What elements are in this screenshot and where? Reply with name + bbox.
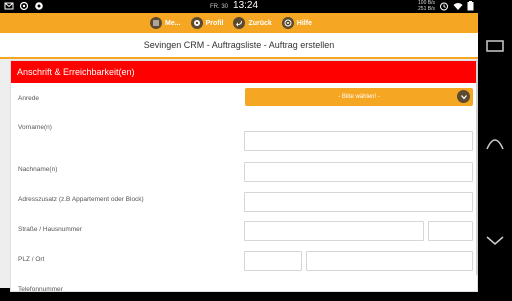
nachname-input[interactable] xyxy=(244,162,473,182)
top-navigation: Me... Profil Zurück Hilfe xyxy=(0,13,478,33)
chevron-down-icon xyxy=(457,90,470,103)
wifi-icon xyxy=(453,3,463,10)
address-form-panel: Anschrift & Erreichbarkeit(en) Anrede - … xyxy=(10,60,478,293)
menu-label: Me... xyxy=(165,19,181,27)
recent-apps-icon[interactable] xyxy=(486,40,504,52)
vorname-label: Vorname(n) xyxy=(18,124,52,131)
help-button[interactable]: Hilfe xyxy=(281,17,312,29)
status-time: 13:24 xyxy=(233,0,259,11)
profile-button[interactable]: Profil xyxy=(190,17,224,29)
settings-icon xyxy=(35,2,43,10)
page-title: Sevingen CRM - Auftragsliste - Auftrag e… xyxy=(0,33,478,59)
net-down-speed: 251 B/s xyxy=(418,6,435,12)
nachname-label: Nachname(n) xyxy=(18,166,58,173)
vorname-row: Vorname(n) xyxy=(11,117,477,151)
back-button[interactable]: Zurück xyxy=(233,17,272,29)
battery-icon xyxy=(467,1,474,11)
ort-input[interactable] xyxy=(306,251,473,271)
status-date: FR. 30 xyxy=(210,4,229,10)
anrede-label: Anrede xyxy=(18,95,39,102)
anrede-select[interactable]: - Bitte wählen! - xyxy=(245,88,473,106)
adresszusatz-input[interactable] xyxy=(244,192,473,212)
telefon-row: Telefonnummer xyxy=(11,279,477,301)
back-nav-icon[interactable] xyxy=(486,234,504,246)
sync-icon xyxy=(19,1,29,11)
system-navigation-bar xyxy=(478,0,512,288)
home-icon[interactable] xyxy=(486,137,504,151)
menu-icon xyxy=(150,17,162,29)
anrede-row: Anrede - Bitte wählen! - xyxy=(11,88,477,110)
telefon-label: Telefonnummer xyxy=(18,286,63,293)
back-label: Zurück xyxy=(248,19,272,27)
gear-icon xyxy=(190,17,203,29)
profile-label: Profil xyxy=(205,19,224,27)
status-bar: FR. 30 13:24 100 B/s 251 B/s xyxy=(0,0,478,13)
help-icon xyxy=(281,17,294,29)
network-speed: 100 B/s 251 B/s xyxy=(418,0,435,12)
vorname-input[interactable] xyxy=(244,131,473,151)
back-arrow-icon xyxy=(233,17,246,29)
plz-ort-label: PLZ / Ort xyxy=(18,256,45,263)
strasse-label: Straße / Hausnummer xyxy=(18,226,82,233)
menu-button[interactable]: Me... xyxy=(150,17,181,29)
notification-icons xyxy=(4,1,44,11)
hausnummer-input[interactable] xyxy=(428,221,473,241)
strasse-input[interactable] xyxy=(244,221,424,241)
anrede-selected-value: - Bitte wählen! - xyxy=(338,94,380,100)
plz-input[interactable] xyxy=(244,251,302,271)
adresszusatz-label: Adresszusatz (z.B Appartement oder Block… xyxy=(18,196,144,203)
alarm-icon xyxy=(440,2,448,11)
section-heading: Anschrift & Erreichbarkeit(en) xyxy=(11,61,477,83)
help-label: Hilfe xyxy=(296,19,312,27)
mail-icon xyxy=(4,2,14,10)
